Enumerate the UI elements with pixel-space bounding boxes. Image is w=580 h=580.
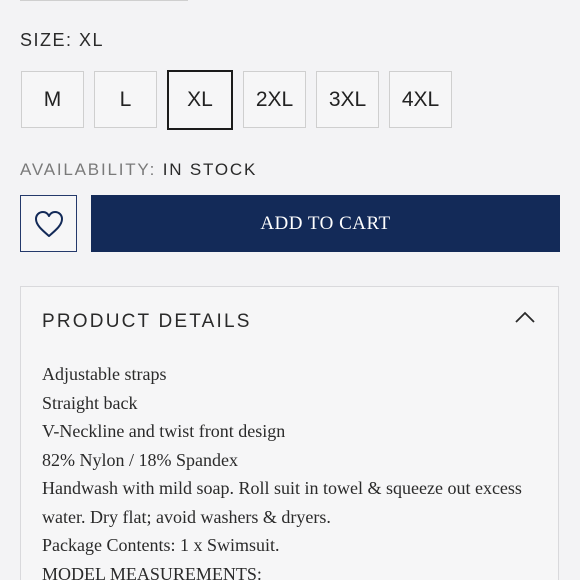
size-option-l[interactable]: L — [94, 71, 157, 128]
size-option-label: 3XL — [328, 87, 367, 111]
size-option-label: 4XL — [401, 87, 440, 111]
chevron-up-icon[interactable] — [514, 309, 536, 325]
size-option-3xl[interactable]: 3XL — [316, 71, 379, 128]
product-details-list: Adjustable straps Straight back V-Neckli… — [42, 360, 522, 580]
availability-row: AVAILABILITY: IN STOCK — [20, 160, 257, 180]
add-to-cart-label: ADD TO CART — [260, 212, 391, 234]
size-option-label: 2XL — [255, 87, 294, 111]
wishlist-button[interactable] — [20, 195, 77, 252]
detail-item: Straight back — [42, 392, 138, 413]
size-option-label: M — [43, 87, 62, 111]
size-label: SIZE: — [20, 30, 73, 50]
product-details-title[interactable]: PRODUCT DETAILS — [42, 311, 252, 333]
availability-label: AVAILABILITY: — [20, 160, 157, 179]
size-option-m[interactable]: M — [21, 71, 84, 128]
size-options: M L XL 2XL 3XL 4XL — [21, 70, 452, 130]
detail-item: 82% Nylon / 18% Spandex — [42, 449, 238, 470]
detail-item: Package Contents: 1 x Swimsuit. — [42, 535, 280, 555]
detail-item: MODEL MEASUREMENTS: — [42, 563, 262, 580]
detail-item: Adjustable straps — [42, 364, 167, 384]
detail-item: Handwash with mild soap. Roll suit in to… — [42, 478, 522, 527]
size-option-4xl[interactable]: 4XL — [389, 71, 452, 128]
size-option-xl[interactable]: XL — [167, 70, 233, 130]
size-option-label: L — [119, 87, 132, 111]
size-option-2xl[interactable]: 2XL — [243, 71, 306, 128]
heart-outline-icon — [34, 210, 63, 237]
previous-section-divider — [20, 0, 188, 1]
size-option-label: XL — [187, 88, 213, 111]
product-details-panel: PRODUCT DETAILS Adjustable straps Straig… — [20, 286, 559, 580]
availability-status: IN STOCK — [162, 160, 258, 179]
detail-item: V-Neckline and twist front design — [42, 421, 286, 441]
add-to-cart-button[interactable]: ADD TO CART — [91, 195, 560, 252]
selected-size-value: XL — [79, 30, 105, 50]
size-label-row: SIZE: XL — [20, 30, 104, 51]
